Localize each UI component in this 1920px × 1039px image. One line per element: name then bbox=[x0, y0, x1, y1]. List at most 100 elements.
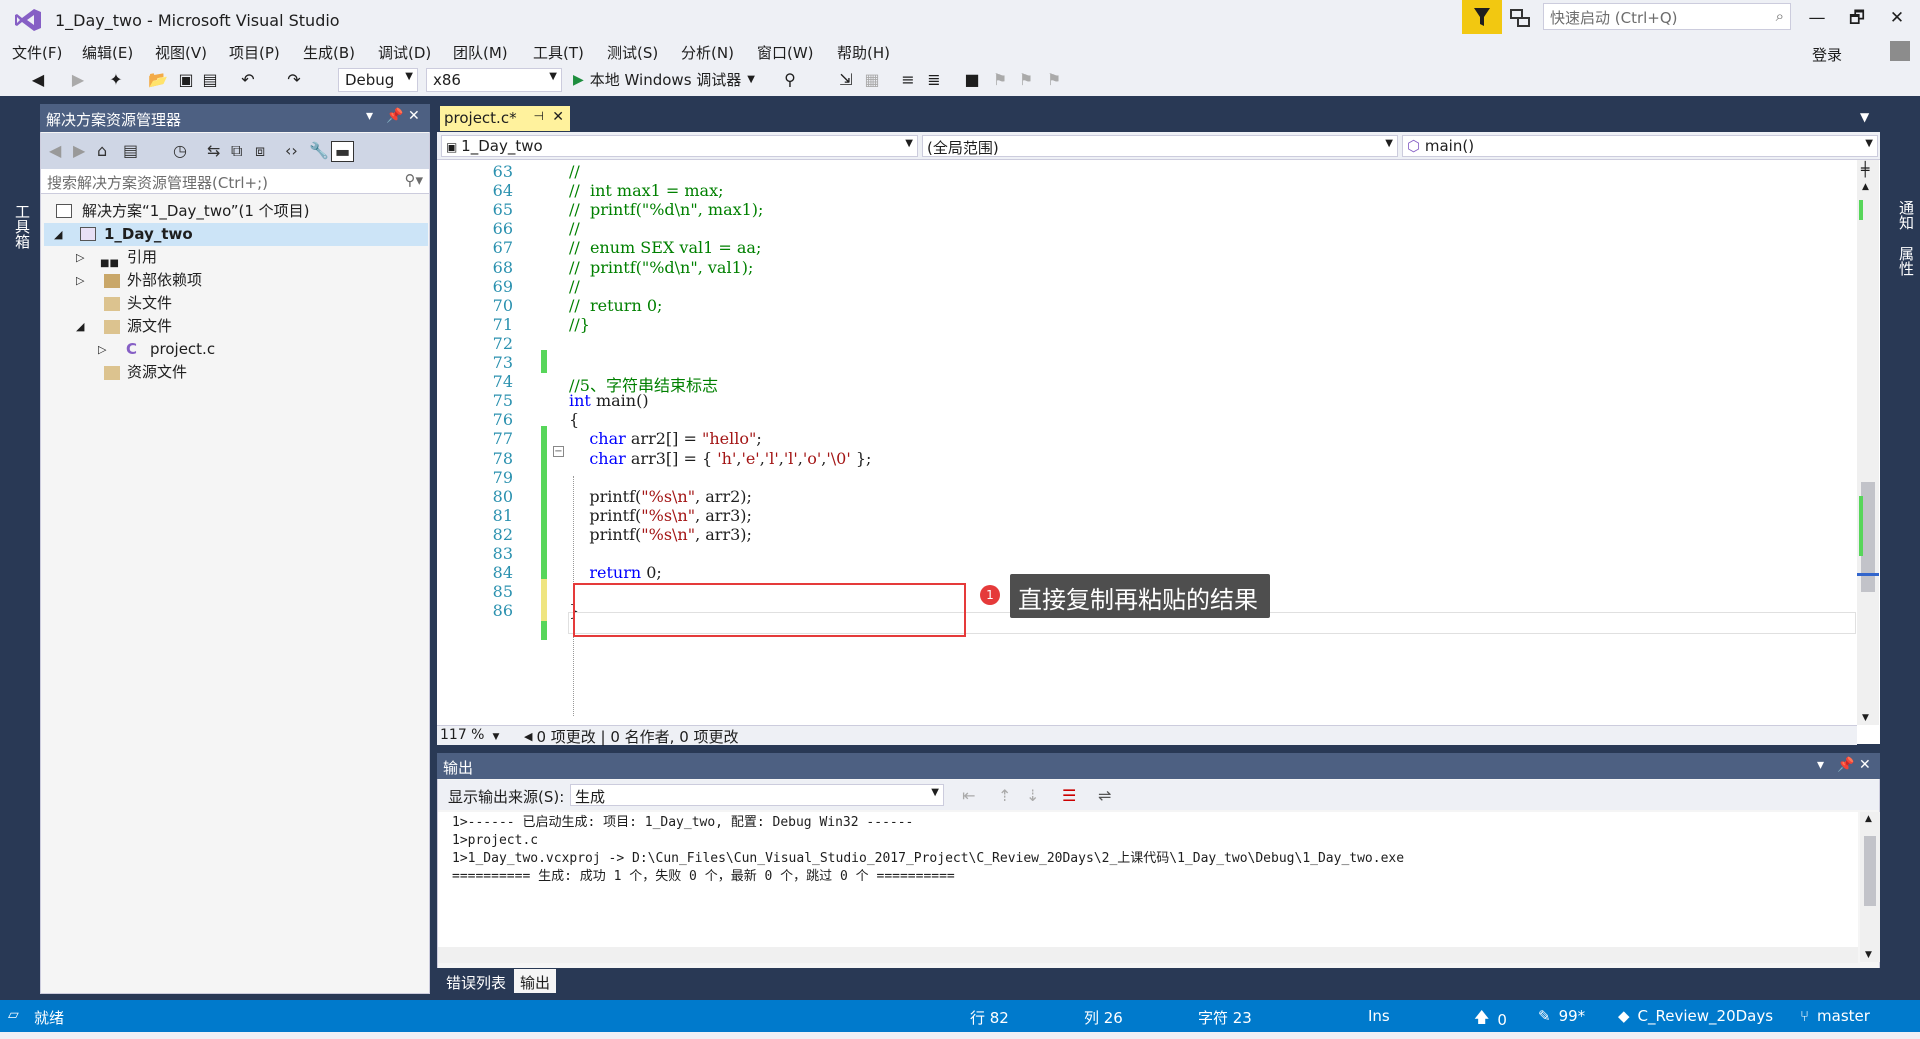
back-icon[interactable]: ◀ bbox=[49, 141, 61, 160]
goto-message-icon[interactable]: ⇤ bbox=[962, 786, 975, 805]
close-tab-icon[interactable]: ✕ bbox=[552, 109, 564, 125]
scroll-down-icon[interactable]: ▼ bbox=[1865, 950, 1872, 960]
bookmark-icon[interactable]: ■ bbox=[962, 70, 982, 90]
comment-icon[interactable]: ≡ bbox=[898, 70, 918, 90]
tree-external-deps[interactable]: ▷ 外部依赖项 bbox=[44, 269, 428, 292]
output-text[interactable]: 1>------ 已启动生成: 项目: 1_Day_two, 配置: Debug… bbox=[438, 812, 1858, 962]
next-bookmark-icon[interactable]: ⚑ bbox=[1016, 70, 1036, 90]
prev-bookmark-icon[interactable]: ⚑ bbox=[990, 70, 1010, 90]
live-share-icon[interactable] bbox=[1508, 6, 1532, 30]
maximize-button[interactable]: 🗗 bbox=[1836, 4, 1878, 32]
menu-team[interactable]: 团队(M) bbox=[453, 42, 508, 63]
close-icon[interactable]: ✕ bbox=[1859, 757, 1871, 773]
back-icon[interactable]: ◀ bbox=[28, 70, 48, 90]
home-icon[interactable]: ⌂ bbox=[97, 141, 107, 160]
menu-debug[interactable]: 调试(D) bbox=[378, 42, 431, 63]
format-icon[interactable]: ▦ bbox=[862, 70, 882, 90]
function-nav-select[interactable]: ⬡ main() ▼ bbox=[1402, 135, 1878, 157]
tree-project-c[interactable]: ▷ C project.c bbox=[44, 338, 428, 361]
scope-nav-select[interactable]: (全局范围) ▼ bbox=[922, 135, 1398, 157]
collapsed-caret-icon[interactable]: ▷ bbox=[76, 246, 84, 269]
next-message-icon[interactable]: ⇣ bbox=[1026, 786, 1039, 805]
toolbox-tab[interactable]: 工具箱 bbox=[12, 204, 33, 249]
chevron-down-icon[interactable]: ▾ bbox=[1817, 757, 1824, 773]
switch-views-icon[interactable]: ▤ bbox=[123, 141, 138, 160]
tab-output[interactable]: 输出 bbox=[514, 969, 557, 993]
collapsed-caret-icon[interactable]: ▷ bbox=[76, 269, 84, 292]
solution-search-input[interactable]: 搜索解决方案资源管理器(Ctrl+;) ⚲▾ bbox=[41, 169, 429, 194]
sync-icon[interactable]: ⇆ bbox=[207, 141, 220, 160]
solution-configuration-select[interactable]: Debug ▼ bbox=[338, 68, 418, 92]
menu-build[interactable]: 生成(B) bbox=[303, 42, 355, 63]
expanded-caret-icon[interactable]: ◢ bbox=[54, 223, 62, 246]
output-vertical-scrollbar[interactable]: ▲ ▼ bbox=[1860, 812, 1880, 962]
minimize-button[interactable]: — bbox=[1796, 4, 1838, 32]
collapse-region-icon[interactable]: − bbox=[553, 446, 564, 457]
quick-launch-input[interactable]: 快速启动 (Ctrl+Q) ⌕ bbox=[1543, 3, 1791, 30]
tree-project[interactable]: ◢ 1_Day_two bbox=[44, 223, 428, 246]
menu-file[interactable]: 文件(F) bbox=[12, 42, 62, 63]
clear-all-icon[interactable]: ☰ bbox=[1062, 786, 1076, 805]
pin-icon[interactable]: 📌 bbox=[1837, 757, 1854, 773]
save-icon[interactable]: ▣ bbox=[176, 70, 196, 90]
avatar[interactable] bbox=[1890, 41, 1910, 61]
codelens-changes[interactable]: ◀ 0 项更改 | 0 名作者, 0 项更改 bbox=[524, 726, 739, 747]
scroll-down-icon[interactable]: ▼ bbox=[1862, 713, 1869, 723]
new-project-icon[interactable]: ✦ bbox=[106, 70, 126, 90]
status-branch[interactable]: ⑂ master bbox=[1800, 1007, 1870, 1025]
uncomment-icon[interactable]: ≣ bbox=[924, 70, 944, 90]
zoom-select[interactable]: 117 % ▼ bbox=[440, 727, 514, 744]
properties-tab[interactable]: 属性 bbox=[1896, 246, 1917, 276]
status-pending-edits[interactable]: ✎ 99* bbox=[1538, 1007, 1585, 1025]
output-source-select[interactable]: 生成 ▼ bbox=[570, 784, 944, 806]
menu-analyze[interactable]: 分析(N) bbox=[681, 42, 734, 63]
tab-project-c[interactable]: project.c* ⊣ ✕ bbox=[440, 106, 570, 131]
prev-message-icon[interactable]: ⇡ bbox=[998, 786, 1011, 805]
tree-resource-files[interactable]: 资源文件 bbox=[44, 361, 428, 384]
scroll-up-icon[interactable]: ▲ bbox=[1862, 182, 1869, 192]
output-window-icon[interactable]: ▱ bbox=[8, 1007, 19, 1023]
forward-icon[interactable]: ▶ bbox=[68, 70, 88, 90]
tab-error-list[interactable]: 错误列表 bbox=[440, 969, 512, 993]
notifications-tab[interactable]: 通知 bbox=[1896, 200, 1917, 230]
editor-vertical-scrollbar[interactable]: ╪ ▲ ▼ bbox=[1857, 160, 1879, 725]
menu-help[interactable]: 帮助(H) bbox=[837, 42, 890, 63]
feedback-filter-button[interactable] bbox=[1462, 0, 1502, 34]
menu-tools[interactable]: 工具(T) bbox=[533, 42, 584, 63]
collapse-all-icon[interactable]: ⧉ bbox=[231, 141, 242, 161]
project-nav-select[interactable]: ▣ 1_Day_two ▼ bbox=[441, 135, 918, 157]
tree-source-files[interactable]: ◢ 源文件 bbox=[44, 315, 428, 338]
save-all-icon[interactable]: ▤ bbox=[200, 70, 220, 90]
tree-references[interactable]: ▷ ■■ 引用 bbox=[44, 246, 428, 269]
word-wrap-icon[interactable]: ⇌ bbox=[1098, 786, 1111, 805]
sign-in-link[interactable]: 登录 bbox=[1812, 44, 1842, 65]
status-unpushed-commits[interactable]: 🡅 0 bbox=[1474, 1007, 1507, 1032]
step-icon[interactable]: ⇲ bbox=[836, 70, 856, 90]
collapsed-caret-icon[interactable]: ▷ bbox=[98, 338, 106, 361]
pin-icon[interactable]: 📌 bbox=[386, 108, 403, 124]
properties-icon[interactable]: 🔧 bbox=[309, 141, 329, 160]
scroll-up-icon[interactable]: ▲ bbox=[1865, 814, 1872, 824]
tree-header-files[interactable]: 头文件 bbox=[44, 292, 428, 315]
expanded-caret-icon[interactable]: ◢ bbox=[76, 315, 84, 338]
menu-test[interactable]: 测试(S) bbox=[607, 42, 658, 63]
split-icon[interactable]: ╪ bbox=[1861, 162, 1869, 178]
pending-changes-icon[interactable]: ◷ bbox=[173, 141, 187, 160]
solution-platform-select[interactable]: x86 ▼ bbox=[426, 68, 562, 92]
undo-icon[interactable]: ↶ bbox=[238, 70, 258, 90]
scroll-thumb[interactable] bbox=[1864, 836, 1876, 906]
output-horizontal-scrollbar[interactable] bbox=[438, 947, 1858, 963]
tree-solution[interactable]: 解决方案“1_Day_two”(1 个项目) bbox=[48, 200, 428, 223]
view-code-icon[interactable]: ‹› bbox=[285, 141, 298, 160]
close-icon[interactable]: ✕ bbox=[408, 108, 420, 124]
menu-window[interactable]: 窗口(W) bbox=[757, 42, 814, 63]
chevron-down-icon[interactable]: ▾ bbox=[366, 108, 373, 124]
menu-view[interactable]: 视图(V) bbox=[155, 42, 207, 63]
open-file-icon[interactable]: 📂 bbox=[148, 70, 168, 90]
menu-project[interactable]: 项目(P) bbox=[229, 42, 280, 63]
pin-icon[interactable]: ⊣ bbox=[534, 109, 544, 123]
start-debugger-button[interactable]: ▶ 本地 Windows 调试器 ▼ bbox=[573, 69, 755, 90]
forward-icon[interactable]: ▶ bbox=[73, 141, 85, 160]
redo-icon[interactable]: ↷ bbox=[284, 70, 304, 90]
preview-selected-icon[interactable]: ▬ bbox=[331, 141, 355, 162]
